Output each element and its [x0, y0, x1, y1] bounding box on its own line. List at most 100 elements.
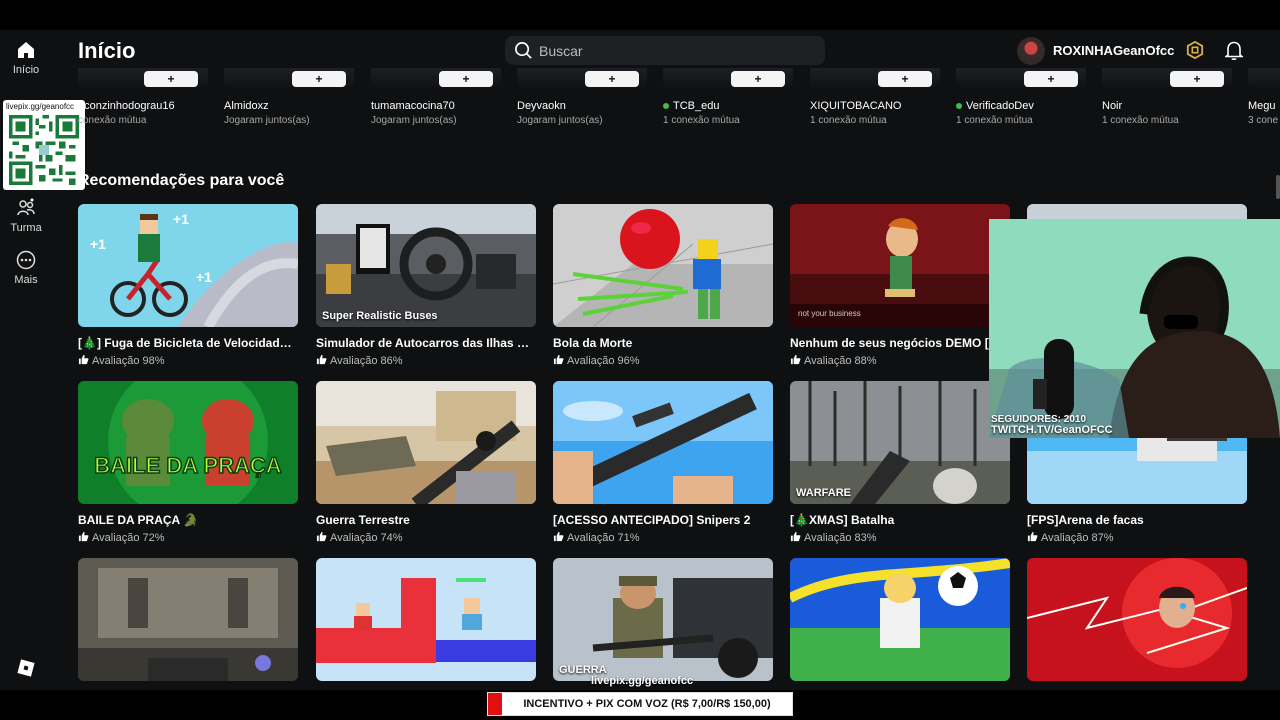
game-title[interactable]: [ACESSO ANTECIPADO] Snipers 2: [553, 513, 773, 527]
friend-subtitle: 1 conexão mútua: [810, 115, 887, 126]
game-title[interactable]: [FPS]Arena de facas: [1027, 513, 1247, 527]
add-friend-button[interactable]: +: [731, 71, 785, 87]
thumbs-up-icon: [790, 531, 801, 542]
game-rating: Avaliação 74%: [316, 531, 403, 544]
game-rating-text: Avaliação 88%: [804, 355, 877, 367]
game-rating: Avaliação 83%: [790, 531, 877, 544]
friend-item[interactable]: + VerificadoDev 1 conexão mútua: [956, 68, 1096, 132]
friend-subtitle: 3 cone: [1248, 115, 1279, 126]
friend-item[interactable]: + Deyvaokn Jogaram juntos(as): [517, 68, 657, 132]
nav-home[interactable]: Início: [0, 40, 52, 76]
scrollbar[interactable]: [1276, 175, 1280, 199]
robux-icon[interactable]: [1186, 41, 1204, 59]
page-title: Início: [78, 38, 136, 63]
game-title[interactable]: Simulador de Autocarros das Ilhas Ens...: [316, 336, 536, 350]
friend-name-text: Almidoxz: [224, 100, 269, 112]
game-title[interactable]: [🎄] Fuga de Bicicleta de Velocidade +1: [78, 336, 298, 350]
friend-subtitle: Jogaram juntos(as): [224, 115, 310, 126]
svg-text:not your business: not your business: [798, 309, 861, 318]
game-rating: Avaliação 88%: [790, 354, 877, 367]
game-thumbnail[interactable]: [316, 381, 536, 504]
livepix-qr-overlay: livepix.gg/geanofcc: [3, 100, 85, 190]
nav-more[interactable]: Mais: [0, 250, 52, 286]
thumbs-up-icon: [316, 354, 327, 365]
game-thumbnail[interactable]: [1027, 558, 1247, 681]
game-rating: Avaliação 96%: [553, 354, 640, 367]
avatar[interactable]: [1017, 37, 1045, 65]
add-friend-button[interactable]: +: [1170, 71, 1224, 87]
svg-text:+1: +1: [173, 211, 189, 227]
thumbs-up-icon: [316, 531, 327, 542]
game-thumbnail[interactable]: WARFARE: [790, 381, 1010, 504]
friend-name-text: XIQUITOBACANO: [810, 100, 902, 112]
game-title[interactable]: Nenhum de seus negócios DEMO [NÃ: [790, 336, 1010, 350]
friend-name[interactable]: Noir: [1102, 100, 1122, 112]
add-friend-button[interactable]: +: [878, 71, 932, 87]
game-thumbnail[interactable]: BAILE DA PRAÇA: [78, 381, 298, 504]
add-friend-button[interactable]: +: [144, 71, 198, 87]
friend-name[interactable]: VerificadoDev: [956, 100, 1034, 112]
game-thumbnail[interactable]: Super Realistic Buses: [316, 204, 536, 327]
game-rating-text: Avaliação 96%: [567, 355, 640, 367]
friend-item[interactable]: + TCB_edu 1 conexão mútua: [663, 68, 803, 132]
game-thumbnail[interactable]: [316, 558, 536, 681]
thumbs-up-icon: [553, 354, 564, 365]
twitch-url-text: TWITCH.TV/GeanOFCC: [991, 424, 1113, 436]
friend-subtitle: 1 conexão mútua: [1102, 115, 1179, 126]
thumbnail-caption: WARFARE: [796, 487, 851, 499]
friend-name[interactable]: tumamacocina70: [371, 100, 455, 112]
roblox-logo-icon[interactable]: [16, 658, 36, 678]
friend-item[interactable]: +Megu3 cone: [1248, 68, 1280, 132]
game-title[interactable]: BAILE DA PRAÇA 🐊: [78, 513, 298, 527]
donation-goal-text: INCENTIVO + PIX COM VOZ (R$ 7,00/R$ 150,…: [523, 698, 771, 710]
game-rating-text: Avaliação 74%: [330, 532, 403, 544]
friend-name-text: VerificadoDev: [966, 100, 1034, 112]
online-status-icon: [663, 103, 669, 110]
search-icon: [515, 42, 532, 59]
friend-name[interactable]: aconzinhodograu16: [78, 100, 175, 112]
friend-name[interactable]: TCB_edu: [663, 100, 719, 112]
friend-item[interactable]: + aconzinhodograu16 conexão mútua: [78, 68, 218, 132]
friend-item[interactable]: + tumamacocina70 Jogaram juntos(as): [371, 68, 511, 132]
game-title[interactable]: Guerra Terrestre: [316, 513, 536, 527]
search-input[interactable]: [539, 40, 809, 61]
friend-item[interactable]: + XIQUITOBACANO 1 conexão mútua: [810, 68, 950, 132]
friend-name-text: TCB_edu: [673, 100, 720, 112]
notification-bell-icon[interactable]: [1225, 40, 1243, 60]
search-bar[interactable]: [505, 36, 825, 65]
game-rating-text: Avaliação 87%: [1041, 532, 1114, 544]
friend-name[interactable]: XIQUITOBACANO: [810, 100, 901, 112]
game-thumbnail[interactable]: GUERRA: [553, 558, 773, 681]
friend-name[interactable]: Deyvaokn: [517, 100, 566, 112]
game-thumbnail[interactable]: [790, 558, 1010, 681]
friend-avatar[interactable]: [1248, 68, 1280, 90]
game-rating-text: Avaliação 86%: [330, 355, 403, 367]
friend-name-text: Deyvaokn: [517, 100, 566, 112]
more-icon: [16, 250, 36, 270]
thumbs-up-icon: [790, 354, 801, 365]
game-thumbnail[interactable]: [78, 558, 298, 681]
add-friend-button[interactable]: +: [1024, 71, 1078, 87]
friend-name[interactable]: Megu: [1248, 100, 1276, 112]
friend-name[interactable]: Almidoxz: [224, 100, 269, 112]
qr-label: livepix.gg/geanofcc: [6, 102, 75, 111]
friend-item[interactable]: + Noir 1 conexão mútua: [1102, 68, 1242, 132]
add-friend-button[interactable]: +: [439, 71, 493, 87]
nav-home-label: Início: [12, 64, 40, 76]
add-friend-button[interactable]: +: [585, 71, 639, 87]
game-thumbnail[interactable]: +1 +1 +1: [78, 204, 298, 327]
nav-team[interactable]: Turma: [0, 198, 52, 234]
game-rating-text: Avaliação 83%: [804, 532, 877, 544]
thumbs-up-icon: [78, 354, 89, 365]
add-friend-button[interactable]: +: [292, 71, 346, 87]
team-icon: [17, 198, 35, 216]
game-thumbnail[interactable]: [553, 381, 773, 504]
username[interactable]: ROXINHAGeanOfcc: [1053, 43, 1174, 58]
game-thumbnail[interactable]: not your business: [790, 204, 1010, 327]
online-status-icon: [956, 103, 962, 110]
game-title[interactable]: Bola da Morte: [553, 336, 773, 350]
game-title[interactable]: [🎄XMAS] Batalha: [790, 513, 1010, 527]
game-thumbnail[interactable]: [553, 204, 773, 327]
friend-subtitle: 1 conexão mútua: [956, 115, 1033, 126]
friend-item[interactable]: + Almidoxz Jogaram juntos(as): [224, 68, 364, 132]
